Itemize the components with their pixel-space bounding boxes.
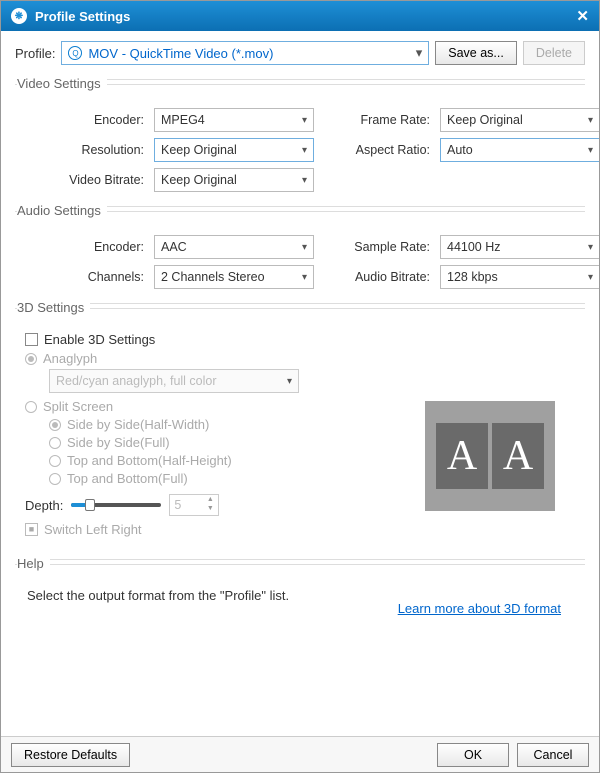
frame-rate-dropdown[interactable]: Keep Original▾ [440,108,599,132]
footer-bar: Restore Defaults OK Cancel [1,736,599,772]
anaglyph-mode-dropdown: Red/cyan anaglyph, full color▾ [49,369,299,393]
chevron-down-icon: ▾ [588,272,593,283]
aspect-ratio-dropdown[interactable]: Auto▾ [440,138,599,162]
resolution-label: Resolution: [21,143,146,157]
delete-button: Delete [523,41,585,65]
switch-lr-checkbox [25,523,38,536]
sample-rate-dropdown[interactable]: 44100 Hz▾ [440,235,599,259]
sample-rate-label: Sample Rate: [322,240,432,254]
enable-3d-label: Enable 3D Settings [44,332,155,347]
help-group: Help Select the output format from the "… [15,559,585,603]
audio-encoder-dropdown[interactable]: AAC▾ [154,235,314,259]
profile-dropdown[interactable]: Q MOV - QuickTime Video (*.mov) ▾ [61,41,429,65]
chevron-down-icon: ▾ [588,145,593,156]
audio-bitrate-dropdown[interactable]: 128 kbps▾ [440,265,599,289]
tb-full-radio [49,473,61,485]
chevron-down-icon: ▾ [302,242,307,253]
tb-half-radio [49,455,61,467]
app-logo-icon: ❋ [11,8,27,24]
chevron-down-icon: ▾ [302,175,307,186]
save-as-button[interactable]: Save as... [435,41,517,65]
aspect-ratio-label: Aspect Ratio: [322,143,432,157]
chevron-down-icon: ▾ [287,376,292,387]
quicktime-icon: Q [68,46,82,60]
window-title: Profile Settings [35,9,576,24]
audio-settings-group: Audio Settings Encoder: AAC▾ Sample Rate… [15,206,585,289]
audio-encoder-label: Encoder: [21,240,146,254]
video-settings-group: Video Settings Encoder: MPEG4▾ Frame Rat… [15,79,585,192]
learn-more-3d-link[interactable]: Learn more about 3D format [398,601,561,616]
enable-3d-checkbox[interactable] [25,333,38,346]
cancel-button[interactable]: Cancel [517,743,589,767]
sbs-full-label: Side by Side(Full) [67,435,170,450]
tb-full-label: Top and Bottom(Full) [67,471,188,486]
spinner-up-icon: ▲ [204,496,216,505]
3d-settings-title: 3D Settings [17,300,90,315]
profile-value: MOV - QuickTime Video (*.mov) [88,46,273,61]
video-encoder-label: Encoder: [21,113,146,127]
sbs-half-label: Side by Side(Half-Width) [67,417,209,432]
spinner-down-icon: ▼ [204,505,216,514]
restore-defaults-button[interactable]: Restore Defaults [11,743,130,767]
preview-right: A [492,423,544,489]
video-bitrate-dropdown[interactable]: Keep Original▾ [154,168,314,192]
profile-label: Profile: [15,46,55,61]
help-title: Help [17,556,50,571]
chevron-down-icon: ▾ [302,115,307,126]
split-screen-label: Split Screen [43,399,113,414]
switch-lr-label: Switch Left Right [44,522,142,537]
depth-slider [71,503,161,507]
video-settings-title: Video Settings [17,76,107,91]
title-bar: ❋ Profile Settings ✕ [1,1,599,31]
audio-settings-title: Audio Settings [17,203,107,218]
frame-rate-label: Frame Rate: [322,113,432,127]
3d-preview-thumbnail: A A [425,401,555,511]
preview-left: A [436,423,488,489]
chevron-down-icon: ▾ [588,115,593,126]
tb-half-label: Top and Bottom(Half-Height) [67,453,232,468]
chevron-down-icon: ▾ [302,145,307,156]
chevron-down-icon: ▾ [302,272,307,283]
audio-bitrate-label: Audio Bitrate: [322,270,432,284]
split-screen-radio [25,401,37,413]
video-bitrate-label: Video Bitrate: [21,173,146,187]
anaglyph-label: Anaglyph [43,351,97,366]
video-encoder-dropdown[interactable]: MPEG4▾ [154,108,314,132]
ok-button[interactable]: OK [437,743,509,767]
chevron-down-icon: ▾ [588,242,593,253]
depth-spinner: 5 ▲▼ [169,494,219,516]
depth-label: Depth: [25,498,63,513]
slider-knob [85,499,95,511]
close-icon[interactable]: ✕ [576,7,589,25]
channels-dropdown[interactable]: 2 Channels Stereo▾ [154,265,314,289]
chevron-down-icon: ▾ [416,45,423,61]
channels-label: Channels: [21,270,146,284]
sbs-half-radio [49,419,61,431]
anaglyph-radio [25,353,37,365]
resolution-dropdown[interactable]: Keep Original▾ [154,138,314,162]
sbs-full-radio [49,437,61,449]
